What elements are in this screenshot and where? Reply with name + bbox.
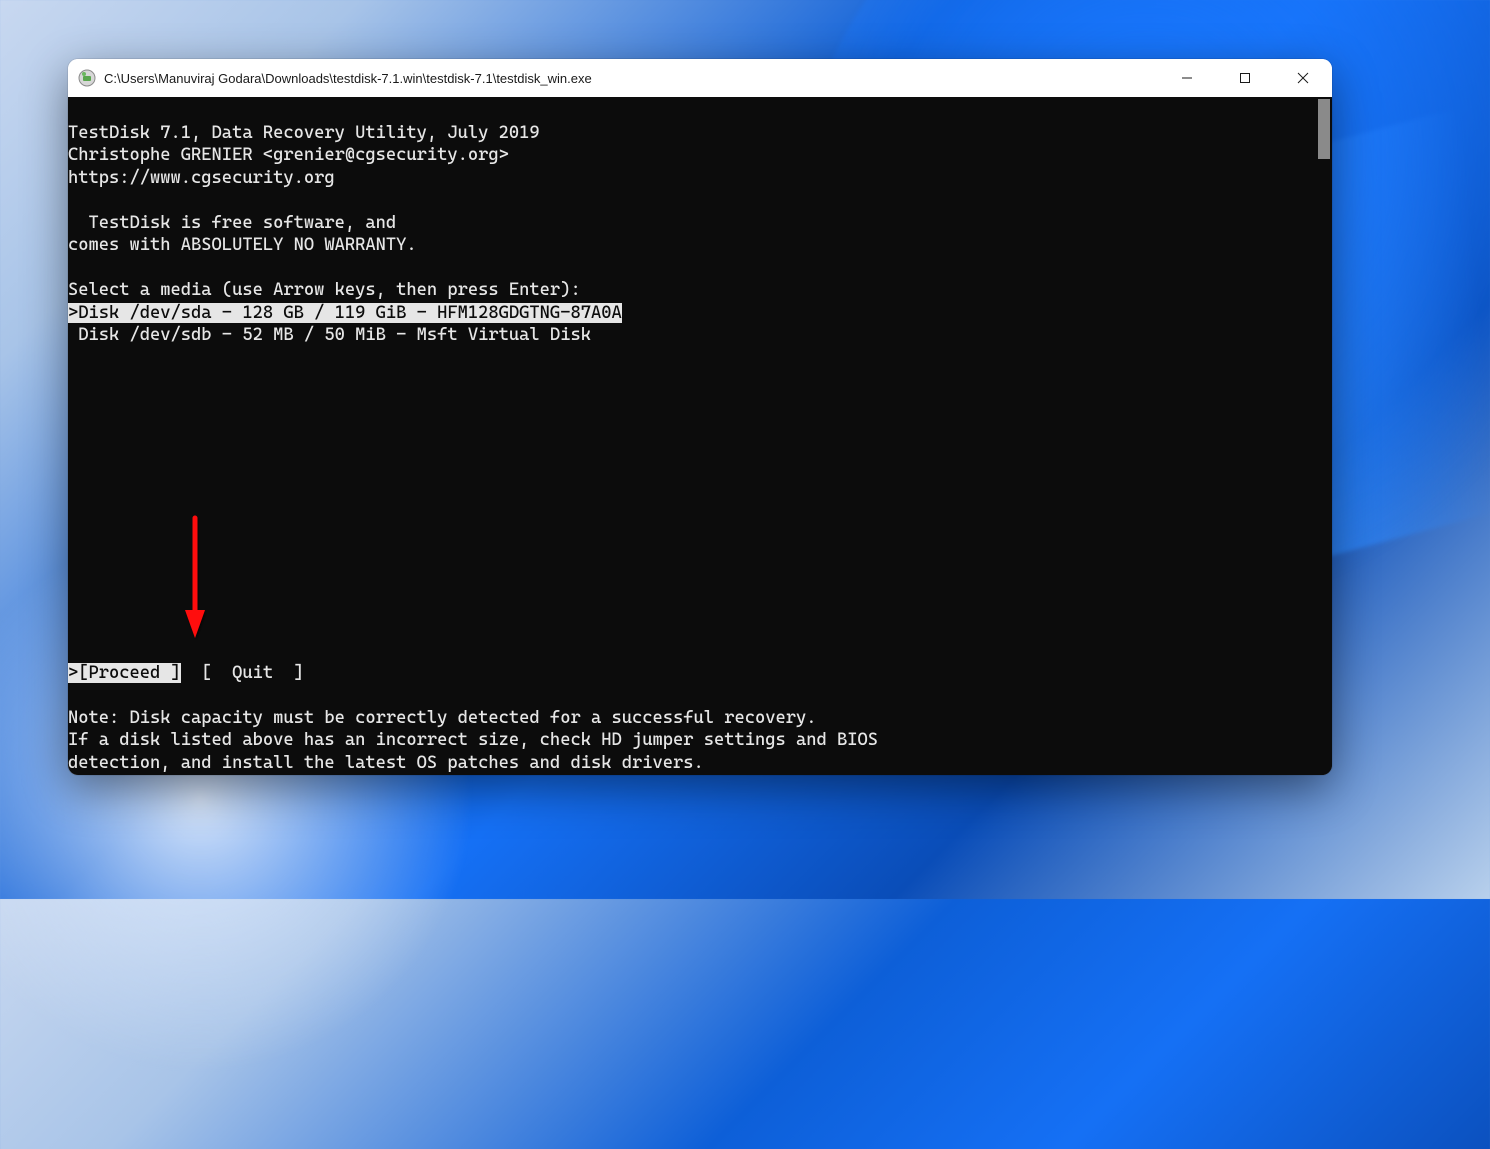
close-icon: [1297, 72, 1309, 84]
scrollbar-track[interactable]: [1316, 97, 1332, 775]
disk-option-selected[interactable]: >Disk /dev/sda - 128 GB / 119 GiB - HFM1…: [68, 303, 622, 323]
app-window: C:\Users\Manuviraj Godara\Downloads\test…: [68, 59, 1332, 775]
terminal-content: TestDisk 7.1, Data Recovery Utility, Jul…: [68, 97, 1316, 775]
terminal-line: https://www.cgsecurity.org: [68, 168, 335, 188]
window-title: C:\Users\Manuviraj Godara\Downloads\test…: [104, 71, 1158, 86]
minimize-button[interactable]: [1158, 59, 1216, 97]
maximize-button[interactable]: [1216, 59, 1274, 97]
terminal-area[interactable]: TestDisk 7.1, Data Recovery Utility, Jul…: [68, 97, 1332, 775]
titlebar[interactable]: C:\Users\Manuviraj Godara\Downloads\test…: [68, 59, 1332, 97]
terminal-line: Note: Disk capacity must be correctly de…: [68, 708, 817, 728]
maximize-icon: [1239, 72, 1251, 84]
window-controls: [1158, 59, 1332, 97]
disk-option[interactable]: Disk /dev/sdb - 52 MB / 50 MiB - Msft Vi…: [68, 325, 591, 345]
quit-button[interactable]: [ Quit ]: [201, 663, 304, 683]
terminal-line: detection, and install the latest OS pat…: [68, 753, 704, 773]
close-button[interactable]: [1274, 59, 1332, 97]
terminal-line: comes with ABSOLUTELY NO WARRANTY.: [68, 235, 417, 255]
minimize-icon: [1181, 72, 1193, 84]
proceed-button[interactable]: >[Proceed ]: [68, 663, 181, 683]
terminal-line: TestDisk 7.1, Data Recovery Utility, Jul…: [68, 123, 540, 143]
terminal-line: Christophe GRENIER <grenier@cgsecurity.o…: [68, 145, 509, 165]
scrollbar-thumb[interactable]: [1318, 99, 1330, 159]
terminal-line: TestDisk is free software, and: [68, 213, 396, 233]
terminal-line: Select a media (use Arrow keys, then pre…: [68, 280, 581, 300]
app-icon: [78, 69, 96, 87]
terminal-line: If a disk listed above has an incorrect …: [68, 730, 878, 750]
